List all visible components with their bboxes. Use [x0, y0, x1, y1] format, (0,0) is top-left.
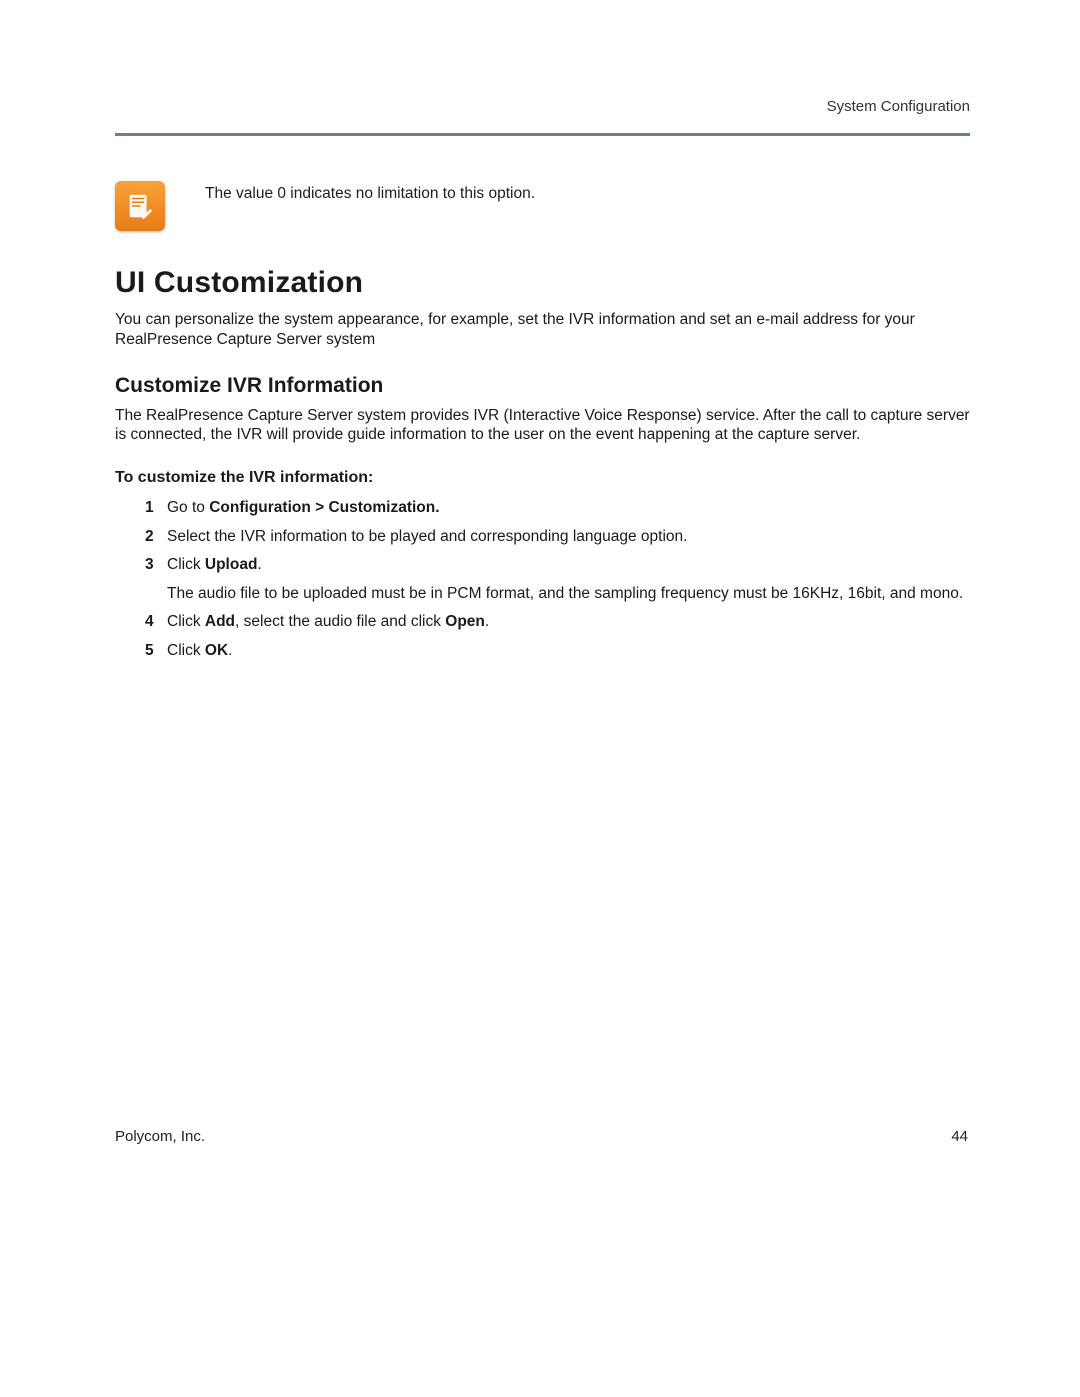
- header-rule: [115, 133, 970, 136]
- step-number: 4: [145, 611, 167, 633]
- document-page: System Configuration The value 0 indicat…: [0, 0, 1080, 1397]
- note-icon: [115, 181, 165, 231]
- note-text: The value 0 indicates no limitation to t…: [205, 181, 535, 203]
- step-body: Click OK.: [167, 640, 970, 662]
- step-number: 1: [145, 497, 167, 519]
- note-callout: The value 0 indicates no limitation to t…: [115, 181, 970, 231]
- step-3-sub: The audio file to be uploaded must be in…: [167, 583, 970, 605]
- heading-ui-customization: UI Customization: [115, 266, 970, 300]
- footer-page-number: 44: [951, 1128, 968, 1145]
- footer-company: Polycom, Inc.: [115, 1128, 205, 1145]
- heading-customize-ivr: Customize IVR Information: [115, 374, 970, 398]
- step-body: Click Add, select the audio file and cli…: [167, 611, 970, 633]
- header-section-label: System Configuration: [115, 98, 970, 115]
- step-4: 4 Click Add, select the audio file and c…: [145, 611, 970, 633]
- intro-paragraph: You can personalize the system appearanc…: [115, 310, 970, 350]
- step-body: Click Upload.: [167, 554, 970, 576]
- steps-list: 1 Go to Configuration > Customization. 2…: [145, 497, 970, 662]
- heading-steps: To customize the IVR information:: [115, 469, 970, 487]
- step-1: 1 Go to Configuration > Customization.: [145, 497, 970, 519]
- page-footer: Polycom, Inc. 44: [115, 1128, 968, 1145]
- step-number: 3: [145, 554, 167, 576]
- step-body: Select the IVR information to be played …: [167, 526, 970, 548]
- step-5: 5 Click OK.: [145, 640, 970, 662]
- step-2: 2 Select the IVR information to be playe…: [145, 526, 970, 548]
- ivr-description: The RealPresence Capture Server system p…: [115, 406, 970, 446]
- step-body: Go to Configuration > Customization.: [167, 497, 970, 519]
- step-number: 2: [145, 526, 167, 548]
- step-3: 3 Click Upload.: [145, 554, 970, 576]
- step-number: 5: [145, 640, 167, 662]
